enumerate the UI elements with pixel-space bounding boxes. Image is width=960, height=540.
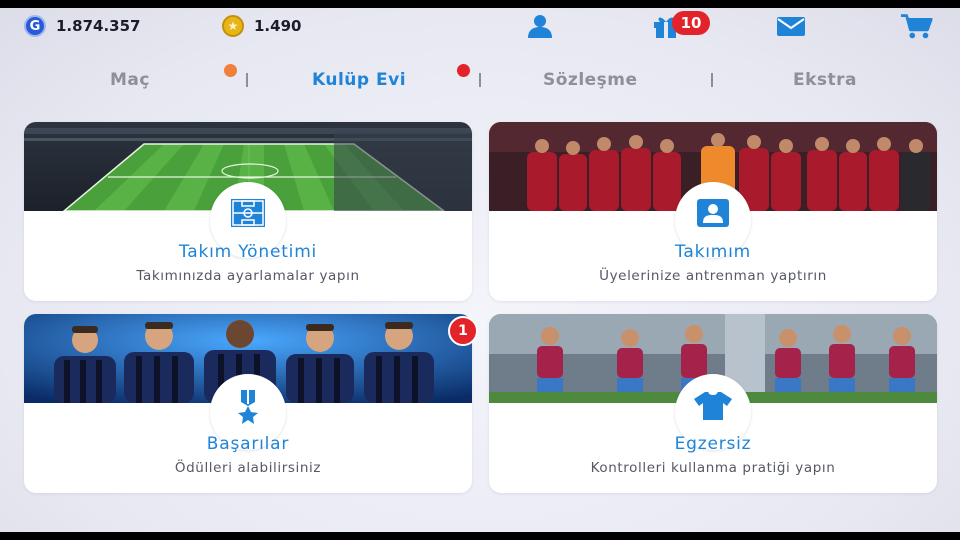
tab-club-house-notification-dot	[457, 64, 470, 77]
achievements-card[interactable]: Başarılar Ödülleri alabilirsiniz	[24, 314, 472, 493]
my-team-card[interactable]: Takımım Üyelerinize antrenman yaptırın	[489, 122, 937, 301]
coin-balance: ★ 1.490	[222, 15, 301, 37]
mail-button[interactable]	[774, 12, 808, 40]
medal-icon-holder	[210, 374, 286, 450]
card-title: Takımım	[675, 242, 751, 262]
player-card-icon-holder	[675, 182, 751, 258]
tab-extra[interactable]: Ekstra	[793, 70, 857, 90]
team-management-card[interactable]: Takım Yönetimi Takımınızda ayarlamalar y…	[24, 122, 472, 301]
card-subtitle: Takımınızda ayarlamalar yapın	[136, 268, 360, 284]
gp-coin-icon: G	[24, 15, 46, 37]
jersey-icon-holder	[675, 374, 751, 450]
achievements-notification-badge: 1	[448, 316, 478, 346]
player-card-icon	[697, 199, 729, 227]
tab-contract[interactable]: Sözleşme	[543, 70, 638, 90]
jersey-icon	[694, 391, 732, 420]
tab-separator	[711, 73, 713, 87]
pitch-icon	[231, 199, 265, 227]
tab-match[interactable]: Maç	[110, 70, 150, 90]
mail-icon	[777, 17, 805, 36]
tab-club-house[interactable]: Kulüp Evi	[312, 70, 406, 90]
exercise-card[interactable]: Egzersiz Kontrolleri kullanma pratiği ya…	[489, 314, 937, 493]
star-coin-icon: ★	[222, 15, 244, 37]
gp-value: 1.874.357	[56, 17, 141, 35]
tab-separator	[246, 73, 248, 87]
cart-icon	[900, 14, 933, 39]
top-bar: G 1.874.357 ★ 1.490 10	[0, 8, 960, 42]
gift-count-badge: 10	[672, 11, 710, 35]
tab-bar: Maç Kulüp Evi Sözleşme Ekstra	[0, 64, 960, 100]
card-subtitle: Ödülleri alabilirsiniz	[174, 460, 322, 476]
user-icon	[528, 15, 552, 38]
tab-separator	[479, 73, 481, 87]
card-subtitle: Üyelerinize antrenman yaptırın	[599, 268, 827, 284]
card-subtitle: Kontrolleri kullanma pratiği yapın	[590, 460, 836, 476]
card-title: Başarılar	[206, 434, 290, 454]
medal-icon	[238, 390, 258, 424]
tab-match-notification-dot	[224, 64, 237, 77]
gp-balance: G 1.874.357	[24, 15, 140, 37]
pitch-icon-holder	[210, 182, 286, 258]
club-house-screen: G 1.874.357 ★ 1.490 10 Maç Kulüp Evi Söz…	[0, 8, 960, 532]
card-title: Egzersiz	[674, 434, 752, 454]
profile-button[interactable]	[523, 12, 557, 40]
card-title: Takım Yönetimi	[178, 242, 318, 262]
coin-value: 1.490	[254, 17, 302, 35]
shop-button[interactable]	[900, 12, 934, 40]
